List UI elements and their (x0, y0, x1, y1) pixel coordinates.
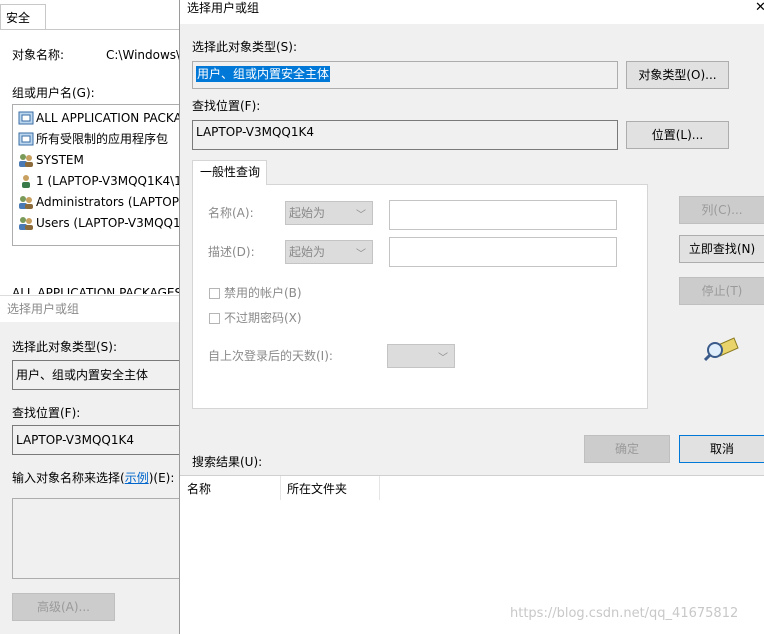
security-window: 安全 对象名称: C:\Windows\ 组或用户名(G): ALL APPLI… (0, 0, 192, 295)
watermark: https://blog.csdn.net/qq_41675812 (510, 606, 739, 621)
chevron-down-icon: ﹀ (356, 249, 366, 260)
name-combo[interactable]: 起始为 ﹀ (285, 201, 373, 225)
locations-button[interactable]: 位置(L)... (626, 121, 729, 149)
basic-dialog-titlebar: 选择用户或组 (0, 296, 182, 322)
group-icon (18, 216, 34, 230)
stop-button[interactable]: 停止(T) (679, 277, 764, 305)
advanced-dialog-titlebar: 选择用户或组 ✕ (180, 0, 764, 24)
user-list-item[interactable]: SYSTEM (36, 152, 84, 168)
tab-general-label: 一般性查询 (200, 165, 261, 179)
disabled-accounts-label: 禁用的帐户(B) (224, 286, 302, 300)
cancel-button[interactable]: 取消 (679, 435, 764, 463)
user-list-item[interactable]: Administrators (LAPTOP- (36, 194, 183, 210)
object-name-value: C:\Windows\ (106, 48, 181, 62)
column-header-name[interactable]: 名称 (180, 476, 281, 500)
search-results-label: 搜索结果(U): (192, 455, 263, 469)
ok-button[interactable]: 确定 (584, 435, 670, 463)
days-combo[interactable]: ﹀ (387, 344, 455, 368)
basic-type-value: 用户、组或内置安全主体 (16, 368, 149, 382)
type-label: 选择此对象类型(S): (192, 40, 298, 54)
column-header-folder-label: 所在文件夹 (287, 482, 348, 496)
user-list-item[interactable]: Users (LAPTOP-V3MQQ1 (36, 215, 181, 231)
name-input[interactable] (389, 200, 617, 230)
search-flashlight-icon (704, 337, 739, 362)
basic-dialog-title: 选择用户或组 (7, 302, 80, 316)
object-name-label: 对象名称: (12, 48, 65, 62)
location-value: LAPTOP-V3MQQ1K4 (196, 125, 315, 139)
basic-location-field: LAPTOP-V3MQQ1K4 (12, 425, 184, 455)
non-expiring-checkbox[interactable] (209, 313, 220, 324)
tab-security-label: 安全 (6, 11, 31, 25)
cut-off-text: ALL APPLICATION PACKAGES (12, 286, 183, 294)
user-list-item[interactable]: 所有受限制的应用程序包 (36, 131, 168, 147)
location-label: 查找位置(F): (192, 99, 261, 113)
basic-enter-label: 输入对象名称来选择(示例)(E): (12, 470, 174, 486)
package-icon (18, 132, 34, 146)
advanced-select-dialog: 选择用户或组 ✕ 选择此对象类型(S): 用户、组或内置安全主体 对象类型(O)… (179, 0, 764, 634)
description-input[interactable] (389, 237, 617, 267)
chevron-down-icon: ﹀ (356, 210, 366, 221)
object-types-button[interactable]: 对象类型(O)... (626, 61, 729, 89)
advanced-button[interactable]: 高级(A)... (12, 593, 115, 621)
basic-enter-label-pre: 输入对象名称来选择( (12, 471, 125, 485)
name-combo-value: 起始为 (289, 206, 326, 220)
user-list-item[interactable]: ALL APPLICATION PACKA (36, 110, 182, 126)
column-header-folder[interactable]: 所在文件夹 (281, 476, 380, 500)
find-now-button[interactable]: 立即查找(N) (679, 235, 764, 263)
user-list-item[interactable]: 1 (LAPTOP-V3MQQ1K4\1 (36, 173, 182, 189)
description-combo-value: 起始为 (289, 245, 326, 259)
tab-security[interactable]: 安全 (0, 4, 46, 30)
tab-general-queries[interactable]: 一般性查询 (192, 160, 267, 185)
object-names-input[interactable] (12, 498, 184, 579)
column-header-name-label: 名称 (187, 482, 212, 496)
group-users-label: 组或用户名(G): (12, 86, 95, 100)
group-icon (18, 153, 34, 167)
basic-type-field: 用户、组或内置安全主体 (12, 360, 184, 390)
location-field: LAPTOP-V3MQQ1K4 (192, 120, 618, 150)
columns-button[interactable]: 列(C)... (679, 196, 764, 224)
group-icon (18, 195, 34, 209)
basic-enter-label-post: )(E): (148, 471, 175, 485)
basic-location-value: LAPTOP-V3MQQ1K4 (16, 433, 135, 447)
advanced-dialog-title: 选择用户或组 (187, 1, 260, 15)
disabled-accounts-checkbox[interactable] (209, 288, 220, 299)
type-value: 用户、组或内置安全主体 (196, 66, 331, 82)
chevron-down-icon: ﹀ (438, 353, 448, 364)
description-label: 描述(D): (208, 245, 255, 259)
examples-link[interactable]: 示例 (125, 471, 149, 485)
package-icon (18, 111, 34, 125)
basic-location-label: 查找位置(F): (12, 406, 81, 420)
basic-select-dialog: 选择用户或组 选择此对象类型(S): 用户、组或内置安全主体 查找位置(F): … (0, 295, 184, 634)
type-field: 用户、组或内置安全主体 (192, 61, 618, 89)
description-combo[interactable]: 起始为 ﹀ (285, 240, 373, 264)
basic-type-label: 选择此对象类型(S): (12, 340, 118, 354)
non-expiring-label: 不过期密码(X) (224, 311, 302, 325)
name-label: 名称(A): (208, 206, 254, 220)
close-icon[interactable]: ✕ (755, 0, 764, 16)
user-icon (18, 174, 34, 188)
days-since-logon-label: 自上次登录后的天数(I): (208, 349, 333, 363)
